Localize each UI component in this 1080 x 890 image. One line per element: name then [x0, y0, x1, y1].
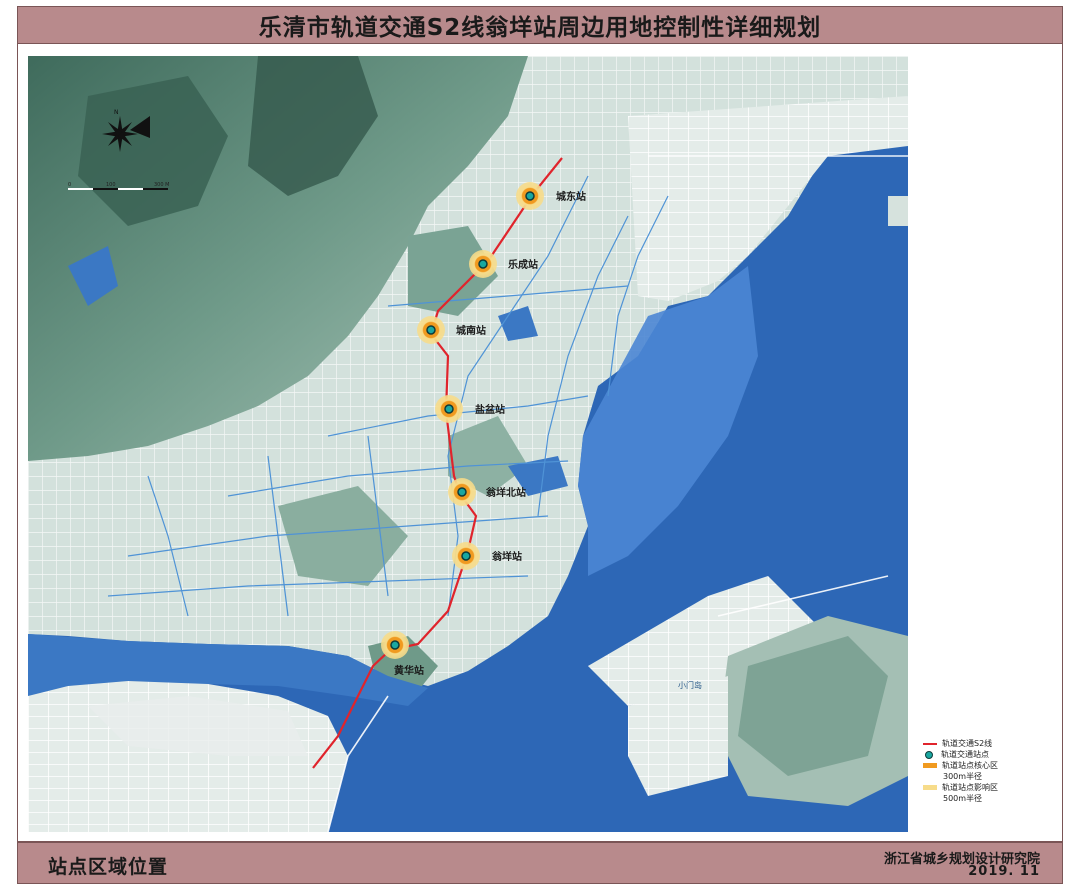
station-label-yanpen: 盐盆站 [475, 403, 505, 416]
station-lecheng[interactable] [469, 250, 497, 278]
station-wengyangbei[interactable] [448, 478, 476, 506]
legend-line-swatch [923, 742, 937, 745]
station-huanghua[interactable] [381, 631, 409, 659]
footer-title: 站点区域位置 [48, 856, 169, 878]
legend-line-label: 轨道交通S2线 [942, 739, 993, 748]
legend-core-label: 轨道站点核心区 [942, 761, 998, 770]
legend-item-line: 轨道交通S2线 [923, 738, 1053, 749]
map-title: 乐清市轨道交通S2线翁垟站周边用地控制性详细规划 [258, 15, 822, 41]
station-chengdong[interactable] [516, 182, 544, 210]
legend-influence-swatch [923, 785, 937, 790]
legend-influence-label: 轨道站点影响区 [942, 783, 998, 792]
footer-bar: 站点区域位置 浙江省城乡规划设计研究院 2019. 11 [17, 842, 1063, 884]
station-label-wengyangbei: 翁垟北站 [486, 486, 526, 499]
legend-item-core: 轨道站点核心区 [923, 760, 1053, 771]
map-canvas[interactable]: N 0 100 300 M 城东站 乐成站 城南站 盐盆站 翁垟北站 翁垟站 黄… [28, 56, 908, 832]
legend-item-station: 轨道交通站点 [923, 749, 1053, 760]
legend-item-influence: 轨道站点影响区 [923, 782, 1053, 793]
station-label-huanghua: 黄华站 [394, 664, 424, 677]
station-label-wengyang: 翁垟站 [492, 550, 522, 563]
legend-core-swatch [923, 763, 937, 768]
scale-label-300: 300 M [154, 182, 169, 188]
station-label-chengdong: 城东站 [556, 190, 586, 203]
footer-date: 2019. 11 [968, 864, 1040, 879]
scale-bar [68, 188, 168, 190]
legend-station-label: 轨道交通站点 [941, 750, 989, 759]
legend: 轨道交通S2线 轨道交通站点 轨道站点核心区 300m半径 轨道站点影响区 50… [923, 738, 1053, 804]
title-bar: 乐清市轨道交通S2线翁垟站周边用地控制性详细规划 [17, 6, 1063, 44]
station-chengnan[interactable] [417, 316, 445, 344]
legend-station-swatch [925, 750, 933, 759]
map-svg: N 0 100 300 M 城东站 乐成站 城南站 盐盆站 翁垟北站 翁垟站 黄… [28, 56, 908, 832]
legend-influence-sub: 500m半径 [943, 794, 983, 803]
legend-core-sub: 300m半径 [943, 772, 983, 781]
station-label-lecheng: 乐成站 [508, 258, 538, 271]
scale-label-0: 0 [68, 182, 71, 188]
station-wengyang[interactable] [452, 542, 480, 570]
station-label-chengnan: 城南站 [456, 324, 486, 337]
north-label: N [114, 109, 119, 116]
islet-east [888, 196, 908, 226]
place-label-xiaomendao: 小门岛 [678, 680, 702, 690]
scale-label-100: 100 [106, 182, 116, 188]
station-yanpen[interactable] [435, 395, 463, 423]
